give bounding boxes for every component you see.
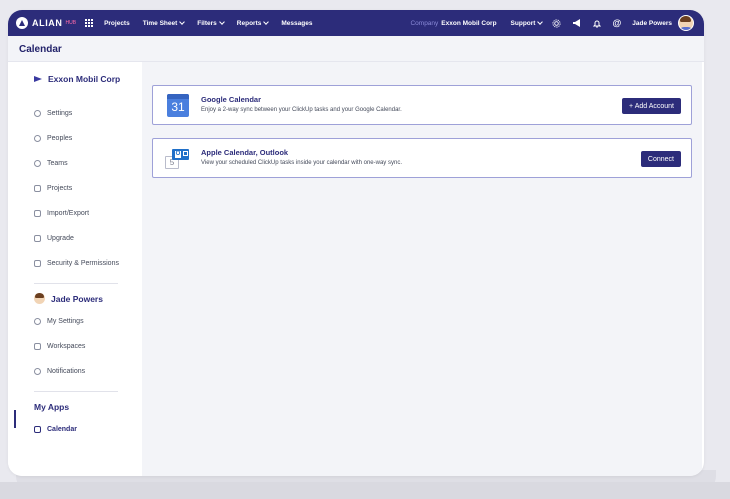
workspace-icon: [34, 343, 41, 350]
active-indicator: [14, 410, 16, 428]
company-selector[interactable]: Exxon Mobil Corp: [441, 20, 496, 27]
teams-icon: [34, 160, 41, 167]
user-name[interactable]: Jade Powers: [632, 20, 672, 27]
app-window: ALIAN HUB Projects Time Sheet Filters Re…: [8, 10, 704, 476]
top-navbar: ALIAN HUB Projects Time Sheet Filters Re…: [8, 10, 704, 36]
integration-description: Enjoy a 2-way sync between your ClickUp …: [201, 107, 402, 113]
sidebar-divider: [34, 283, 118, 284]
integration-card-apple-outlook: 5 O Apple Calendar, Outlook View your sc…: [152, 138, 692, 178]
sidebar-item-peoples[interactable]: Peoples: [34, 135, 72, 142]
chevron-down-icon: [537, 19, 544, 25]
calendar-icon: [34, 426, 41, 433]
chevron-down-icon: [218, 19, 225, 25]
topbar-right: Company Exxon Mobil Corp Support @ Jade …: [410, 15, 694, 31]
nav-time-sheet[interactable]: Time Sheet: [143, 19, 186, 27]
gear-icon: [34, 110, 41, 117]
nav-filters[interactable]: Filters: [197, 19, 225, 27]
brand-name: ALIAN: [32, 18, 63, 28]
flag-icon: [34, 76, 42, 82]
nav-messages[interactable]: Messages: [281, 20, 312, 27]
my-apps-heading: My Apps: [34, 402, 70, 412]
page-header: Calendar: [8, 36, 704, 62]
google-calendar-icon: 31: [167, 94, 189, 117]
logo-icon: [16, 17, 28, 29]
sidebar-item-projects[interactable]: Projects: [34, 185, 72, 192]
integration-title: Apple Calendar, Outlook: [201, 148, 289, 157]
chevron-down-icon: [179, 19, 186, 25]
app-logo[interactable]: ALIAN HUB: [16, 17, 76, 29]
gear-icon[interactable]: [552, 18, 562, 28]
page-title: Calendar: [19, 44, 62, 55]
sidebar-item-notifications[interactable]: Notifications: [34, 368, 85, 375]
upgrade-icon: [34, 235, 41, 242]
outlook-calendar-icon: 5 O: [165, 149, 191, 171]
bell-icon[interactable]: [593, 19, 602, 28]
company-label: Company: [410, 19, 439, 27]
connect-button[interactable]: Connect: [640, 151, 681, 167]
projects-icon: [34, 185, 41, 192]
sidebar-divider: [34, 391, 118, 392]
apps-grid-icon[interactable]: [85, 18, 94, 28]
page-shelf: [0, 482, 730, 499]
at-icon[interactable]: @: [612, 18, 621, 28]
gear-icon: [34, 318, 41, 325]
main-nav: Projects Time Sheet Filters Reports Mess…: [104, 19, 325, 27]
sidebar-item-import-export[interactable]: Import/Export: [34, 210, 89, 217]
sidebar-item-settings[interactable]: Settings: [34, 110, 72, 117]
chevron-down-icon: [263, 19, 270, 25]
sidebar: Exxon Mobil Corp Settings Peoples Teams …: [8, 62, 142, 476]
brand-version: HUB: [65, 20, 77, 26]
bell-icon: [34, 368, 41, 375]
add-account-button[interactable]: + Add Account: [622, 98, 681, 114]
import-icon: [34, 210, 41, 217]
integration-title: Google Calendar: [201, 95, 262, 104]
sidebar-item-my-settings[interactable]: My Settings: [34, 318, 84, 325]
avatar[interactable]: [678, 15, 694, 31]
sidebar-item-teams[interactable]: Teams: [34, 160, 68, 167]
sidebar-item-security[interactable]: Security & Permissions: [34, 260, 119, 267]
sidebar-item-calendar[interactable]: Calendar: [34, 426, 77, 433]
org-name[interactable]: Exxon Mobil Corp: [34, 74, 120, 84]
nav-projects[interactable]: Projects: [104, 20, 130, 27]
sidebar-item-workspaces[interactable]: Workspaces: [34, 343, 85, 350]
sidebar-user[interactable]: Jade Powers: [34, 293, 103, 304]
integration-card-google: 31 Google Calendar Enjoy a 2-way sync be…: [152, 85, 692, 125]
shield-icon: [34, 260, 41, 267]
support-menu[interactable]: Support: [511, 19, 544, 27]
people-icon: [34, 135, 41, 142]
nav-reports[interactable]: Reports: [237, 19, 270, 27]
megaphone-icon[interactable]: [572, 19, 582, 27]
integration-description: View your scheduled ClickUp tasks inside…: [201, 160, 402, 166]
sidebar-item-upgrade[interactable]: Upgrade: [34, 235, 74, 242]
avatar: [34, 293, 45, 304]
main-content: 31 Google Calendar Enjoy a 2-way sync be…: [142, 62, 702, 476]
